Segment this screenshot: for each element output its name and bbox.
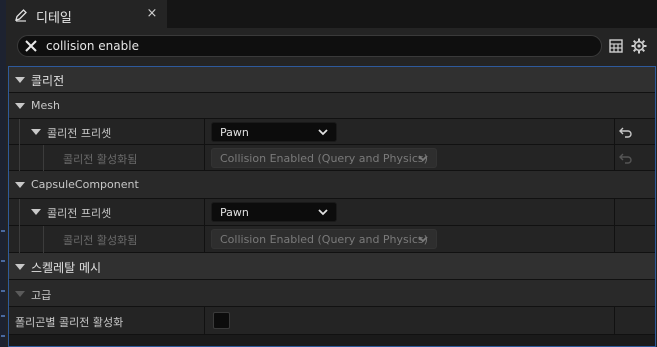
chevron-down-icon[interactable]: [15, 264, 25, 270]
component-label: Mesh: [31, 99, 60, 112]
category-collision[interactable]: 콜리전: [9, 67, 655, 93]
collision-preset-dropdown[interactable]: Pawn: [211, 202, 337, 222]
category-skeletal-mesh[interactable]: 스켈레탈 메시: [9, 253, 655, 280]
chevron-down-icon[interactable]: [31, 129, 41, 135]
chevron-down-icon[interactable]: [15, 77, 25, 83]
property-row-per-poly-collision: 폴리곤별 콜리전 활성화: [9, 307, 655, 335]
advanced-section[interactable]: 고급: [9, 280, 655, 307]
property-row-collision-enabled: 콜리전 활성화됨 Collision Enabled (Query and Ph…: [9, 226, 655, 253]
property-grid: 콜리전 Mesh 콜리전 프리셋 Pawn 콜리전 활성화됨 Collision…: [8, 66, 656, 347]
search-box: [17, 35, 602, 57]
component-capsule[interactable]: CapsuleComponent: [9, 171, 655, 199]
property-label: 콜리전 활성화됨: [63, 153, 138, 166]
chevron-down-icon[interactable]: [15, 291, 25, 297]
chevron-down-icon: [318, 209, 328, 216]
property-row-collision-preset: 콜리전 프리셋 Pawn: [9, 199, 655, 226]
property-label: 콜리전 프리셋: [47, 127, 112, 140]
category-label: 스켈레탈 메시: [31, 261, 102, 275]
chevron-down-icon: [418, 155, 428, 162]
chevron-down-icon[interactable]: [15, 182, 25, 188]
gear-icon[interactable]: [631, 38, 647, 54]
chevron-down-icon: [418, 236, 428, 243]
chevron-down-icon[interactable]: [31, 209, 41, 215]
close-tab-icon[interactable]: ×: [145, 5, 159, 23]
property-label: 폴리곤별 콜리전 활성화: [15, 316, 124, 329]
component-label: CapsuleComponent: [31, 178, 139, 191]
close-icon[interactable]: [24, 39, 38, 53]
search-input[interactable]: [46, 38, 586, 54]
per-poly-collision-checkbox[interactable]: [213, 312, 230, 329]
collision-enabled-dropdown: Collision Enabled (Query and Physics): [211, 148, 437, 168]
chevron-down-icon[interactable]: [15, 103, 25, 109]
chevron-down-icon: [318, 129, 328, 136]
tab-title: 디테일: [36, 11, 72, 26]
pencil-icon: [15, 9, 27, 22]
table-view-icon[interactable]: [609, 39, 623, 53]
details-panel: 콜리전 Mesh 콜리전 프리셋 Pawn 콜리전 활성화됨: [6, 28, 657, 347]
property-label: 콜리전 활성화됨: [63, 234, 138, 247]
property-row-collision-preset: 콜리전 프리셋 Pawn: [9, 119, 655, 145]
collision-enabled-dropdown: Collision Enabled (Query and Physics): [211, 229, 437, 249]
category-label: 콜리전: [31, 74, 65, 88]
property-row-collision-enabled: 콜리전 활성화됨 Collision Enabled (Query and Ph…: [9, 145, 655, 171]
component-mesh[interactable]: Mesh: [9, 93, 655, 119]
advanced-label: 고급: [31, 289, 52, 302]
reset-to-default-icon[interactable]: [619, 126, 633, 138]
reset-to-default-icon: [619, 153, 632, 164]
tab-details[interactable]: 디테일 ×: [6, 0, 167, 28]
tab-bar: 디테일 ×: [6, 0, 657, 28]
property-label: 콜리전 프리셋: [47, 207, 112, 220]
collision-preset-dropdown[interactable]: Pawn: [211, 122, 337, 142]
